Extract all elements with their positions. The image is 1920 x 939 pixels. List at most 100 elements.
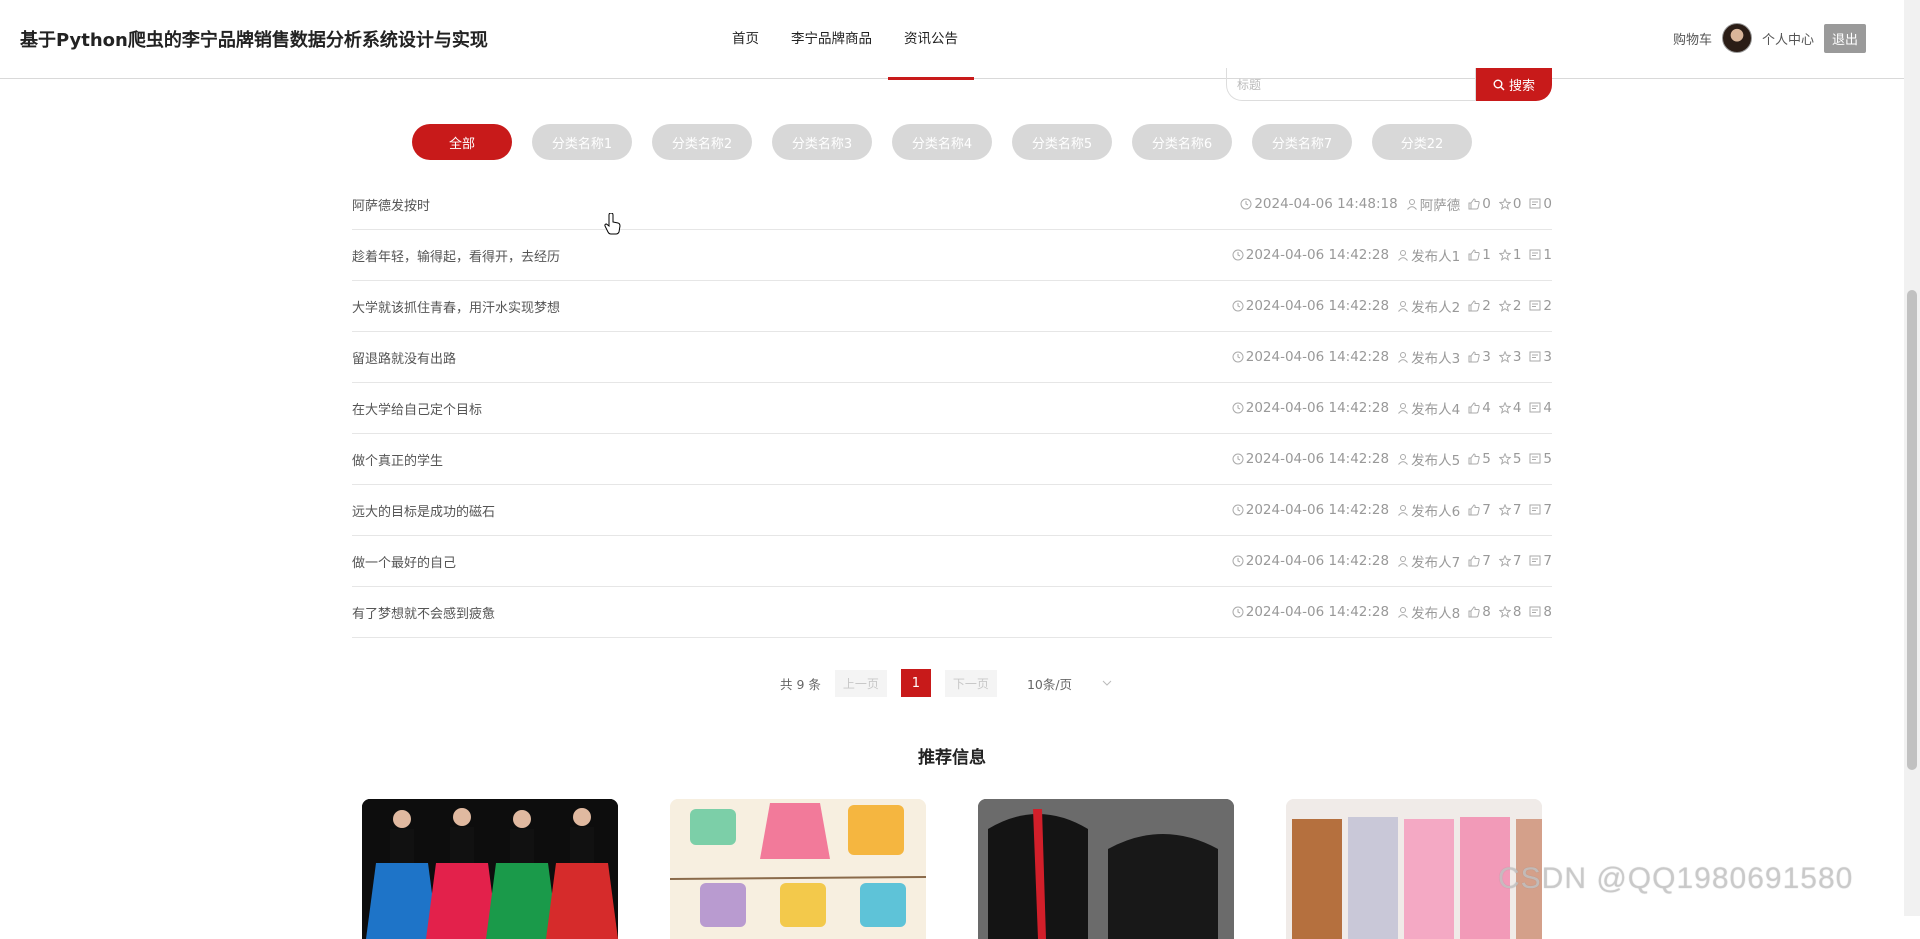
cart-link[interactable]: 购物车 <box>1673 29 1712 48</box>
category-tabs: 全部 分类名称1 分类名称2 分类名称3 分类名称4 分类名称5 分类名称6 分… <box>412 124 1472 160</box>
recommend-card-dance-skirts[interactable] <box>362 799 618 939</box>
article-title[interactable]: 做一个最好的自己 <box>352 552 456 571</box>
star-icon <box>1498 351 1511 363</box>
category-2[interactable]: 分类名称2 <box>652 124 752 160</box>
next-page-button[interactable]: 下一页 <box>944 669 997 697</box>
favorite-count: 5 <box>1498 451 1522 467</box>
search-button[interactable]: 搜索 <box>1476 68 1552 101</box>
author: 发布人2 <box>1397 296 1460 316</box>
article-row[interactable]: 阿萨德发按时 2024-04-06 14:48:18 阿萨德 0 0 0 <box>352 179 1552 230</box>
like-count: 4 <box>1468 400 1491 416</box>
star-icon <box>1498 300 1511 312</box>
category-1[interactable]: 分类名称1 <box>532 124 632 160</box>
category-6[interactable]: 分类名称6 <box>1132 124 1232 160</box>
author: 发布人1 <box>1397 245 1460 265</box>
scrollbar-thumb[interactable] <box>1907 290 1917 770</box>
clock-icon <box>1232 300 1244 312</box>
star-icon <box>1498 504 1511 516</box>
comment-icon <box>1529 300 1541 312</box>
article-row[interactable]: 趁着年轻，输得起，看得开，去经历 2024-04-06 14:42:28 发布人… <box>352 230 1552 281</box>
page-scrollbar[interactable] <box>1904 0 1920 916</box>
recommend-cards <box>362 799 1542 939</box>
comment-count: 7 <box>1529 553 1552 569</box>
article-row[interactable]: 做一个最好的自己 2024-04-06 14:42:28 发布人7 7 7 7 <box>352 536 1552 587</box>
article-row[interactable]: 有了梦想就不会感到疲惫 2024-04-06 14:42:28 发布人8 8 8… <box>352 587 1552 638</box>
comment-icon <box>1529 453 1541 465</box>
category-7[interactable]: 分类名称7 <box>1252 124 1352 160</box>
recommend-card-hoodie[interactable] <box>978 799 1234 939</box>
like-count: 0 <box>1468 196 1491 212</box>
article-title[interactable]: 做个真正的学生 <box>352 450 443 469</box>
comment-count-value: 0 <box>1543 196 1552 212</box>
comment-icon <box>1529 402 1541 414</box>
article-meta: 2024-04-06 14:42:28 发布人1 1 1 1 <box>1232 245 1552 265</box>
publish-time-value: 2024-04-06 14:42:28 <box>1245 604 1390 620</box>
category-5[interactable]: 分类名称5 <box>1012 124 1112 160</box>
like-count-value: 3 <box>1482 349 1491 365</box>
publish-time: 2024-04-06 14:42:28 <box>1232 247 1389 263</box>
page-size-select[interactable]: 10条/页 <box>1027 674 1112 693</box>
favorite-count-value: 5 <box>1512 451 1522 467</box>
thumbs-up-icon <box>1468 249 1480 261</box>
nav-news[interactable]: 资讯公告 <box>888 0 974 80</box>
like-count: 3 <box>1468 349 1491 365</box>
comment-icon <box>1529 504 1541 516</box>
article-title[interactable]: 在大学给自己定个目标 <box>352 399 482 418</box>
favorite-count: 0 <box>1498 196 1521 212</box>
article-meta: 2024-04-06 14:42:28 发布人5 5 5 5 <box>1232 449 1552 469</box>
comment-count-value: 1 <box>1543 247 1552 263</box>
publish-time-value: 2024-04-06 14:42:28 <box>1245 553 1390 569</box>
nav-home[interactable]: 首页 <box>716 0 775 79</box>
current-page[interactable]: 1 <box>900 669 931 697</box>
category-4[interactable]: 分类名称4 <box>892 124 992 160</box>
publish-time: 2024-04-06 14:48:18 <box>1240 196 1398 212</box>
user-icon <box>1397 606 1409 618</box>
category-3[interactable]: 分类名称3 <box>772 124 872 160</box>
article-row[interactable]: 留退路就没有出路 2024-04-06 14:42:28 发布人3 3 3 3 <box>352 332 1552 383</box>
search-input[interactable]: 标题 <box>1226 68 1476 101</box>
personal-center-link[interactable]: 个人中心 <box>1762 29 1814 48</box>
comment-count: 3 <box>1529 349 1552 365</box>
logout-button[interactable]: 退出 <box>1823 23 1866 53</box>
favorite-count: 8 <box>1498 604 1521 620</box>
article-title[interactable]: 趁着年轻，输得起，看得开，去经历 <box>352 246 560 265</box>
article-meta: 2024-04-06 14:42:28 发布人3 3 3 3 <box>1232 347 1552 367</box>
like-count-value: 7 <box>1482 553 1491 569</box>
like-count-value: 1 <box>1482 247 1491 263</box>
avatar[interactable] <box>1721 23 1752 53</box>
category-all[interactable]: 全部 <box>412 124 512 160</box>
article-title[interactable]: 远大的目标是成功的磁石 <box>352 501 495 520</box>
article-title[interactable]: 阿萨德发按时 <box>352 195 430 214</box>
favorite-count-value: 2 <box>1512 298 1522 314</box>
thumbs-up-icon <box>1468 555 1480 567</box>
article-row[interactable]: 大学就该抓住青春，用汗水实现梦想 2024-04-06 14:42:28 发布人… <box>352 281 1552 332</box>
article-meta: 2024-04-06 14:48:18 阿萨德 0 0 0 <box>1240 194 1552 214</box>
search-icon <box>1493 79 1505 90</box>
author: 发布人6 <box>1397 500 1460 520</box>
search-button-label: 搜索 <box>1508 79 1535 94</box>
comment-count: 5 <box>1529 451 1552 467</box>
nav-products[interactable]: 李宁品牌商品 <box>775 0 888 79</box>
like-count: 5 <box>1468 451 1491 467</box>
article-meta: 2024-04-06 14:42:28 发布人7 7 7 7 <box>1232 551 1552 571</box>
star-icon <box>1498 606 1511 618</box>
thumbs-up-icon <box>1468 606 1480 618</box>
category-22[interactable]: 分类22 <box>1372 124 1472 160</box>
article-title[interactable]: 大学就该抓住青春，用汗水实现梦想 <box>352 297 560 316</box>
article-row[interactable]: 在大学给自己定个目标 2024-04-06 14:42:28 发布人4 4 4 … <box>352 383 1552 434</box>
publish-time: 2024-04-06 14:42:28 <box>1232 298 1389 314</box>
comment-count: 4 <box>1529 400 1552 416</box>
prev-page-button[interactable]: 上一页 <box>834 669 887 697</box>
article-title[interactable]: 有了梦想就不会感到疲惫 <box>352 603 495 622</box>
clock-icon <box>1232 555 1244 567</box>
main-nav: 首页 李宁品牌商品 资讯公告 <box>716 0 974 80</box>
author-value: 发布人2 <box>1411 300 1461 316</box>
article-row[interactable]: 远大的目标是成功的磁石 2024-04-06 14:42:28 发布人6 7 7… <box>352 485 1552 536</box>
article-row[interactable]: 做个真正的学生 2024-04-06 14:42:28 发布人5 5 5 5 <box>352 434 1552 485</box>
author-value: 发布人5 <box>1411 453 1461 469</box>
favorite-count-value: 3 <box>1512 349 1522 365</box>
recommend-card-kids-clothes[interactable] <box>670 799 926 939</box>
article-meta: 2024-04-06 14:42:28 发布人4 4 4 4 <box>1232 398 1552 418</box>
thumbs-up-icon <box>1468 351 1480 363</box>
article-title[interactable]: 留退路就没有出路 <box>352 348 456 367</box>
